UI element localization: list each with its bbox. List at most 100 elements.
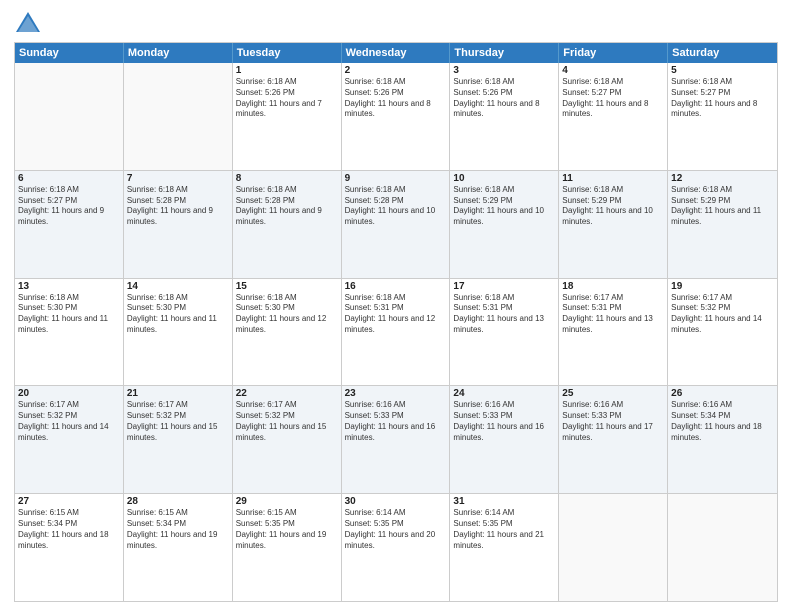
cal-cell-day-29: 29Sunrise: 6:15 AMSunset: 5:35 PMDayligh… [233, 494, 342, 601]
day-info: Sunrise: 6:17 AMSunset: 5:32 PMDaylight:… [671, 293, 774, 336]
day-number: 25 [562, 388, 664, 399]
cal-cell-day-13: 13Sunrise: 6:18 AMSunset: 5:30 PMDayligh… [15, 279, 124, 386]
day-number: 19 [671, 281, 774, 292]
page: SundayMondayTuesdayWednesdayThursdayFrid… [0, 0, 792, 612]
cal-cell-day-20: 20Sunrise: 6:17 AMSunset: 5:32 PMDayligh… [15, 386, 124, 493]
day-info: Sunrise: 6:18 AMSunset: 5:28 PMDaylight:… [236, 185, 338, 228]
day-info: Sunrise: 6:18 AMSunset: 5:30 PMDaylight:… [236, 293, 338, 336]
cal-cell-day-1: 1Sunrise: 6:18 AMSunset: 5:26 PMDaylight… [233, 63, 342, 170]
cal-cell-day-18: 18Sunrise: 6:17 AMSunset: 5:31 PMDayligh… [559, 279, 668, 386]
day-info: Sunrise: 6:14 AMSunset: 5:35 PMDaylight:… [345, 508, 447, 551]
day-number: 11 [562, 173, 664, 184]
day-info: Sunrise: 6:14 AMSunset: 5:35 PMDaylight:… [453, 508, 555, 551]
cal-header-friday: Friday [559, 43, 668, 63]
cal-header-sunday: Sunday [15, 43, 124, 63]
day-info: Sunrise: 6:18 AMSunset: 5:26 PMDaylight:… [236, 77, 338, 120]
cal-row-4: 27Sunrise: 6:15 AMSunset: 5:34 PMDayligh… [15, 493, 777, 601]
cal-row-3: 20Sunrise: 6:17 AMSunset: 5:32 PMDayligh… [15, 385, 777, 493]
day-info: Sunrise: 6:18 AMSunset: 5:28 PMDaylight:… [127, 185, 229, 228]
day-number: 4 [562, 65, 664, 76]
day-info: Sunrise: 6:18 AMSunset: 5:31 PMDaylight:… [453, 293, 555, 336]
day-number: 30 [345, 496, 447, 507]
day-number: 16 [345, 281, 447, 292]
day-number: 31 [453, 496, 555, 507]
day-number: 3 [453, 65, 555, 76]
cal-cell-day-27: 27Sunrise: 6:15 AMSunset: 5:34 PMDayligh… [15, 494, 124, 601]
day-number: 15 [236, 281, 338, 292]
day-info: Sunrise: 6:15 AMSunset: 5:35 PMDaylight:… [236, 508, 338, 551]
day-number: 20 [18, 388, 120, 399]
cal-cell-day-12: 12Sunrise: 6:18 AMSunset: 5:29 PMDayligh… [668, 171, 777, 278]
day-number: 27 [18, 496, 120, 507]
day-number: 28 [127, 496, 229, 507]
day-info: Sunrise: 6:18 AMSunset: 5:27 PMDaylight:… [671, 77, 774, 120]
day-number: 23 [345, 388, 447, 399]
cal-cell-day-23: 23Sunrise: 6:16 AMSunset: 5:33 PMDayligh… [342, 386, 451, 493]
day-number: 12 [671, 173, 774, 184]
day-info: Sunrise: 6:15 AMSunset: 5:34 PMDaylight:… [127, 508, 229, 551]
cal-cell-day-31: 31Sunrise: 6:14 AMSunset: 5:35 PMDayligh… [450, 494, 559, 601]
day-info: Sunrise: 6:18 AMSunset: 5:26 PMDaylight:… [345, 77, 447, 120]
day-info: Sunrise: 6:18 AMSunset: 5:29 PMDaylight:… [671, 185, 774, 228]
cal-cell-day-30: 30Sunrise: 6:14 AMSunset: 5:35 PMDayligh… [342, 494, 451, 601]
cal-cell-day-24: 24Sunrise: 6:16 AMSunset: 5:33 PMDayligh… [450, 386, 559, 493]
day-info: Sunrise: 6:16 AMSunset: 5:33 PMDaylight:… [562, 400, 664, 443]
calendar: SundayMondayTuesdayWednesdayThursdayFrid… [14, 42, 778, 602]
cal-cell-day-22: 22Sunrise: 6:17 AMSunset: 5:32 PMDayligh… [233, 386, 342, 493]
cal-row-0: 1Sunrise: 6:18 AMSunset: 5:26 PMDaylight… [15, 63, 777, 170]
cal-cell-day-19: 19Sunrise: 6:17 AMSunset: 5:32 PMDayligh… [668, 279, 777, 386]
day-number: 14 [127, 281, 229, 292]
cal-cell-day-7: 7Sunrise: 6:18 AMSunset: 5:28 PMDaylight… [124, 171, 233, 278]
day-info: Sunrise: 6:18 AMSunset: 5:31 PMDaylight:… [345, 293, 447, 336]
day-number: 2 [345, 65, 447, 76]
cal-header-saturday: Saturday [668, 43, 777, 63]
day-info: Sunrise: 6:15 AMSunset: 5:34 PMDaylight:… [18, 508, 120, 551]
day-number: 1 [236, 65, 338, 76]
day-number: 24 [453, 388, 555, 399]
cal-cell-day-9: 9Sunrise: 6:18 AMSunset: 5:28 PMDaylight… [342, 171, 451, 278]
cal-cell-day-6: 6Sunrise: 6:18 AMSunset: 5:27 PMDaylight… [15, 171, 124, 278]
day-info: Sunrise: 6:16 AMSunset: 5:33 PMDaylight:… [345, 400, 447, 443]
day-info: Sunrise: 6:18 AMSunset: 5:30 PMDaylight:… [127, 293, 229, 336]
cal-cell-day-2: 2Sunrise: 6:18 AMSunset: 5:26 PMDaylight… [342, 63, 451, 170]
cal-cell-empty [559, 494, 668, 601]
cal-cell-empty [15, 63, 124, 170]
day-info: Sunrise: 6:18 AMSunset: 5:28 PMDaylight:… [345, 185, 447, 228]
cal-cell-day-4: 4Sunrise: 6:18 AMSunset: 5:27 PMDaylight… [559, 63, 668, 170]
day-number: 7 [127, 173, 229, 184]
day-number: 22 [236, 388, 338, 399]
day-number: 29 [236, 496, 338, 507]
day-number: 13 [18, 281, 120, 292]
day-info: Sunrise: 6:17 AMSunset: 5:32 PMDaylight:… [236, 400, 338, 443]
day-info: Sunrise: 6:17 AMSunset: 5:32 PMDaylight:… [18, 400, 120, 443]
cal-cell-day-15: 15Sunrise: 6:18 AMSunset: 5:30 PMDayligh… [233, 279, 342, 386]
day-number: 21 [127, 388, 229, 399]
cal-row-1: 6Sunrise: 6:18 AMSunset: 5:27 PMDaylight… [15, 170, 777, 278]
cal-cell-day-21: 21Sunrise: 6:17 AMSunset: 5:32 PMDayligh… [124, 386, 233, 493]
cal-cell-day-3: 3Sunrise: 6:18 AMSunset: 5:26 PMDaylight… [450, 63, 559, 170]
cal-cell-day-16: 16Sunrise: 6:18 AMSunset: 5:31 PMDayligh… [342, 279, 451, 386]
cal-cell-day-14: 14Sunrise: 6:18 AMSunset: 5:30 PMDayligh… [124, 279, 233, 386]
day-info: Sunrise: 6:17 AMSunset: 5:31 PMDaylight:… [562, 293, 664, 336]
cal-cell-day-8: 8Sunrise: 6:18 AMSunset: 5:28 PMDaylight… [233, 171, 342, 278]
cal-cell-day-28: 28Sunrise: 6:15 AMSunset: 5:34 PMDayligh… [124, 494, 233, 601]
day-number: 5 [671, 65, 774, 76]
calendar-body: 1Sunrise: 6:18 AMSunset: 5:26 PMDaylight… [15, 63, 777, 601]
logo-icon [14, 10, 42, 38]
day-number: 18 [562, 281, 664, 292]
day-number: 6 [18, 173, 120, 184]
cal-row-2: 13 Sunrise: 6:18 AMSunset: 5:30 PMDayligh… [15, 278, 777, 386]
cal-cell-day-17: 17Sunrise: 6:18 AMSunset: 5:31 PMDayligh… [450, 279, 559, 386]
day-info: Sunrise: 6:18 AMSunset: 5:29 PMDaylight:… [562, 185, 664, 228]
day-number: 9 [345, 173, 447, 184]
cal-cell-day-5: 5Sunrise: 6:18 AMSunset: 5:27 PMDaylight… [668, 63, 777, 170]
cal-cell-day-26: 26Sunrise: 6:16 AMSunset: 5:34 PMDayligh… [668, 386, 777, 493]
cal-cell-empty [668, 494, 777, 601]
cal-header-wednesday: Wednesday [342, 43, 451, 63]
day-info: Sunrise: 6:16 AMSunset: 5:33 PMDaylight:… [453, 400, 555, 443]
cal-header-monday: Monday [124, 43, 233, 63]
day-number: 8 [236, 173, 338, 184]
cal-cell-day-10: 10Sunrise: 6:18 AMSunset: 5:29 PMDayligh… [450, 171, 559, 278]
cal-cell-day-11: 11Sunrise: 6:18 AMSunset: 5:29 PMDayligh… [559, 171, 668, 278]
header [14, 10, 778, 38]
